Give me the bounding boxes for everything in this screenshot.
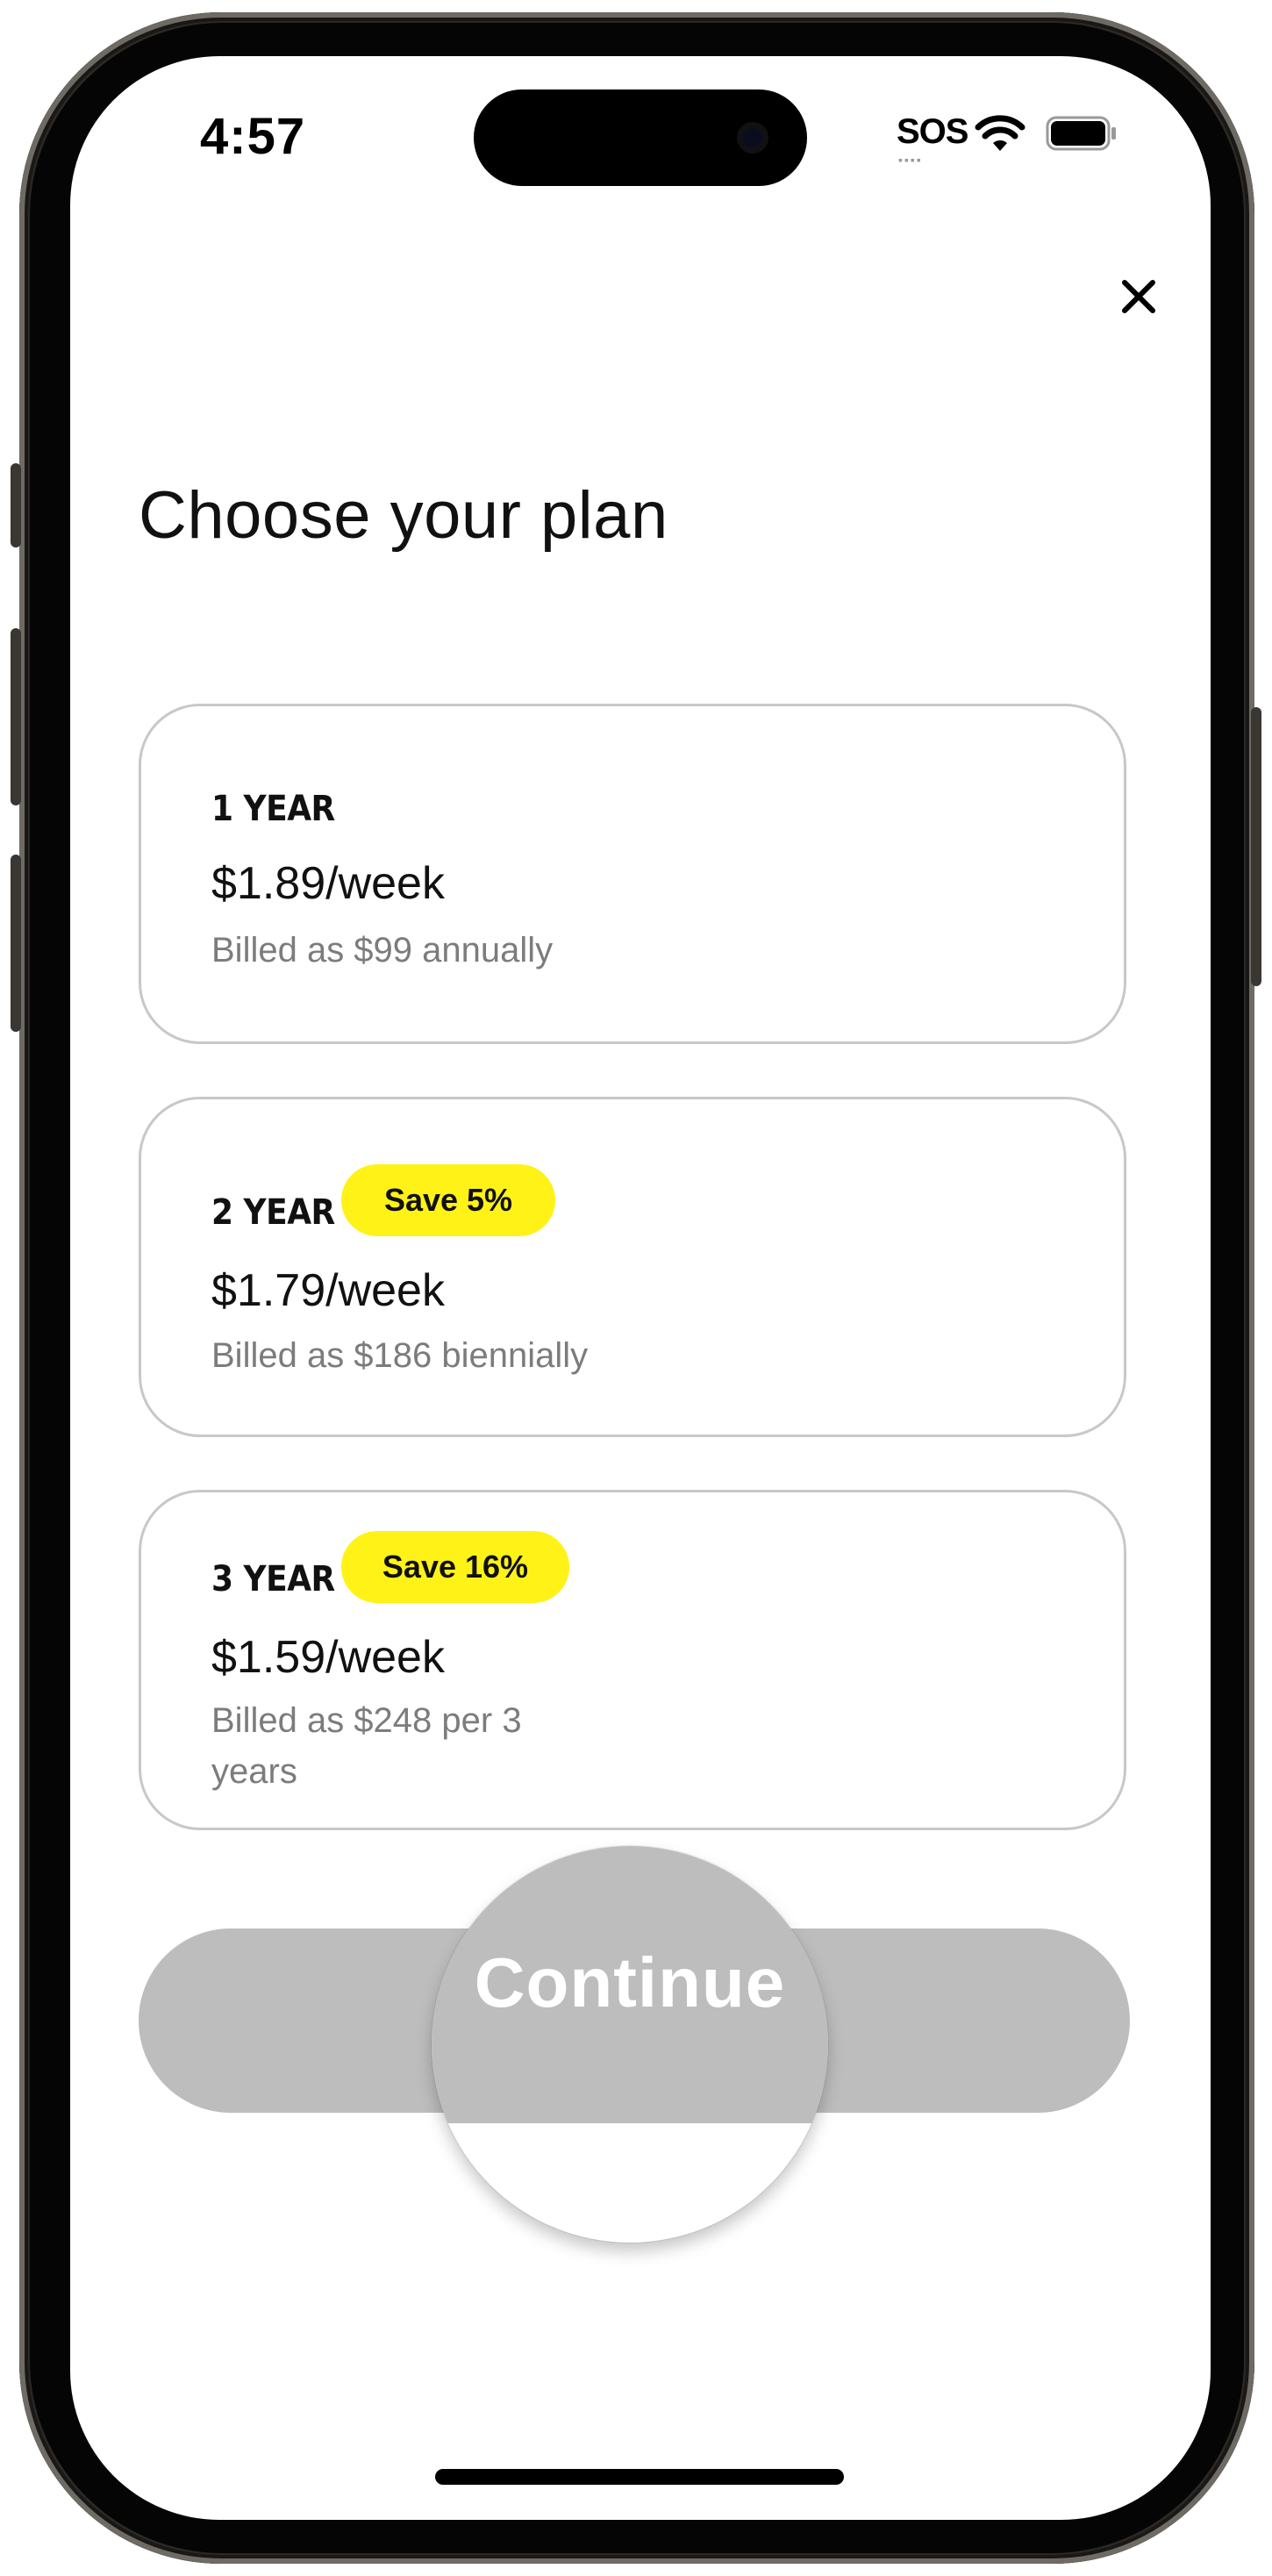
- close-icon[interactable]: [1112, 270, 1165, 323]
- home-indicator[interactable]: [435, 2469, 844, 2485]
- action-button: [11, 463, 21, 547]
- touch-magnifier: Continue: [432, 1846, 828, 2243]
- plan-billing-line-2: years: [211, 1752, 297, 1791]
- plan-billing: Billed as $186 biennially: [211, 1336, 589, 1375]
- continue-button-label: Continue: [474, 1943, 786, 2021]
- plan-name: 2 YEAR: [211, 1192, 335, 1233]
- plan-card-2-year[interactable]: 2 YEAR Save 5% $1.79/week Billed as $186…: [139, 1097, 1126, 1437]
- battery-icon: [1046, 116, 1116, 151]
- save-badge: Save 16%: [341, 1531, 569, 1603]
- save-badge: Save 5%: [341, 1164, 555, 1236]
- plan-price: $1.79/week: [211, 1265, 445, 1316]
- volume-down-button: [11, 855, 21, 1032]
- plan-billing-line-1: Billed as $248 per 3: [211, 1701, 522, 1740]
- wifi-icon: [975, 115, 1025, 151]
- plan-billing: Billed as $99 annually: [211, 931, 554, 970]
- plan-price: $1.59/week: [211, 1632, 445, 1683]
- status-time: 4:57: [200, 108, 306, 165]
- volume-up-button: [11, 628, 21, 805]
- dynamic-island: [474, 89, 807, 186]
- signal-dots: ▪▪▪▪: [898, 153, 923, 167]
- page-title: Choose your plan: [139, 478, 668, 553]
- power-button: [1251, 707, 1261, 986]
- plan-card-3-year[interactable]: 3 YEAR Save 16% $1.59/week Billed as $24…: [139, 1490, 1126, 1830]
- plan-name: 3 YEAR: [211, 1559, 335, 1599]
- status-carrier: SOS: [897, 112, 968, 151]
- plan-name: 1 YEAR: [211, 789, 335, 829]
- plan-card-1-year[interactable]: 1 YEAR $1.89/week Billed as $99 annually: [139, 704, 1126, 1044]
- camera-icon: [737, 122, 768, 154]
- plan-price: $1.89/week: [211, 858, 445, 909]
- app-screen: 4:57 SOS ▪▪▪▪ Choose your plan 1 YEAR $1…: [70, 56, 1211, 2520]
